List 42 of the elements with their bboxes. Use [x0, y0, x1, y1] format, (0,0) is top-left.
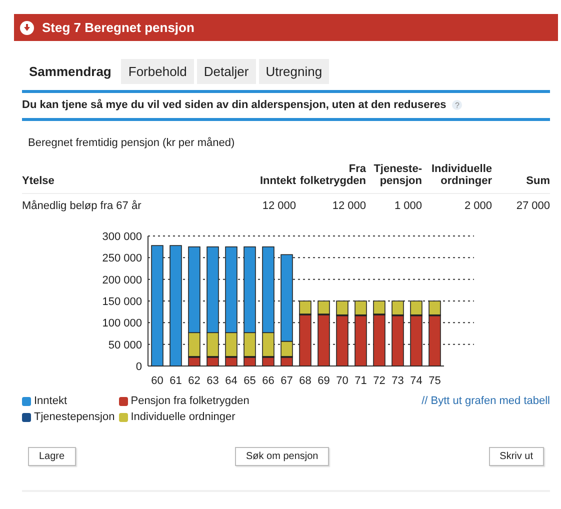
info-text: Du kan tjene så mye du vil ved siden av din alderspensjon, uten at den reduseres: [22, 99, 446, 111]
table-cell-text: 12 000: [261, 199, 296, 214]
y-tick-label: 300 000: [102, 231, 142, 243]
legend-label: Tjenestepensjon: [34, 411, 115, 423]
x-tick-label: 68: [299, 375, 312, 387]
column-header: Tjeneste-pensjon: [372, 163, 422, 187]
x-tick-label: 71: [354, 375, 367, 387]
x-tick-label: 73: [392, 375, 404, 387]
x-tick-label: 65: [244, 375, 256, 387]
x-tick-label: 67: [280, 375, 293, 387]
y-tick-label: 50 000: [108, 339, 142, 352]
table-caption: Beregnet fremtidig pensjon (kr per måned): [28, 137, 236, 149]
x-tick-label: 70: [336, 375, 348, 387]
table-cell-text: 1 000: [393, 199, 422, 214]
legend-label: Individuelle ordninger: [130, 411, 236, 423]
y-tick-label: 100 000: [102, 318, 142, 330]
table-cell-text: 12 000: [331, 199, 366, 214]
column-header: Inntekt: [260, 175, 296, 187]
y-tick-label: 150 000: [102, 296, 142, 308]
x-tick-label: 74: [410, 375, 422, 387]
x-tick-label: 63: [206, 375, 219, 387]
x-tick-label: 64: [225, 375, 238, 387]
column-header: Ytelse: [22, 175, 54, 187]
y-tick-label: 0: [136, 361, 142, 373]
y-tick-label: 250 000: [102, 252, 142, 265]
column-header: Fra folketrygden: [300, 163, 366, 187]
table-cell-text: 2 000: [463, 199, 492, 214]
legend-label: Inntekt: [34, 395, 68, 407]
x-tick-label: 66: [262, 375, 274, 387]
step-title: Steg 7 Beregnet pensjon: [42, 20, 194, 35]
x-tick-label: 75: [428, 375, 441, 387]
table-cell-text: Månedlig beløp fra 67 år: [22, 199, 142, 214]
x-tick-label: 61: [170, 375, 182, 387]
legend-label: Pensjon fra folketrygden: [130, 395, 250, 407]
x-tick-label: 60: [151, 375, 164, 387]
column-header: Sum: [526, 175, 550, 187]
y-tick-label: 200 000: [102, 274, 142, 286]
x-tick-label: 72: [373, 375, 386, 387]
x-tick-label: 69: [318, 375, 330, 387]
table-cell-text: 27 000: [515, 199, 550, 214]
column-header: Individuelle ordninger: [430, 163, 492, 187]
x-tick-label: 62: [188, 375, 200, 387]
